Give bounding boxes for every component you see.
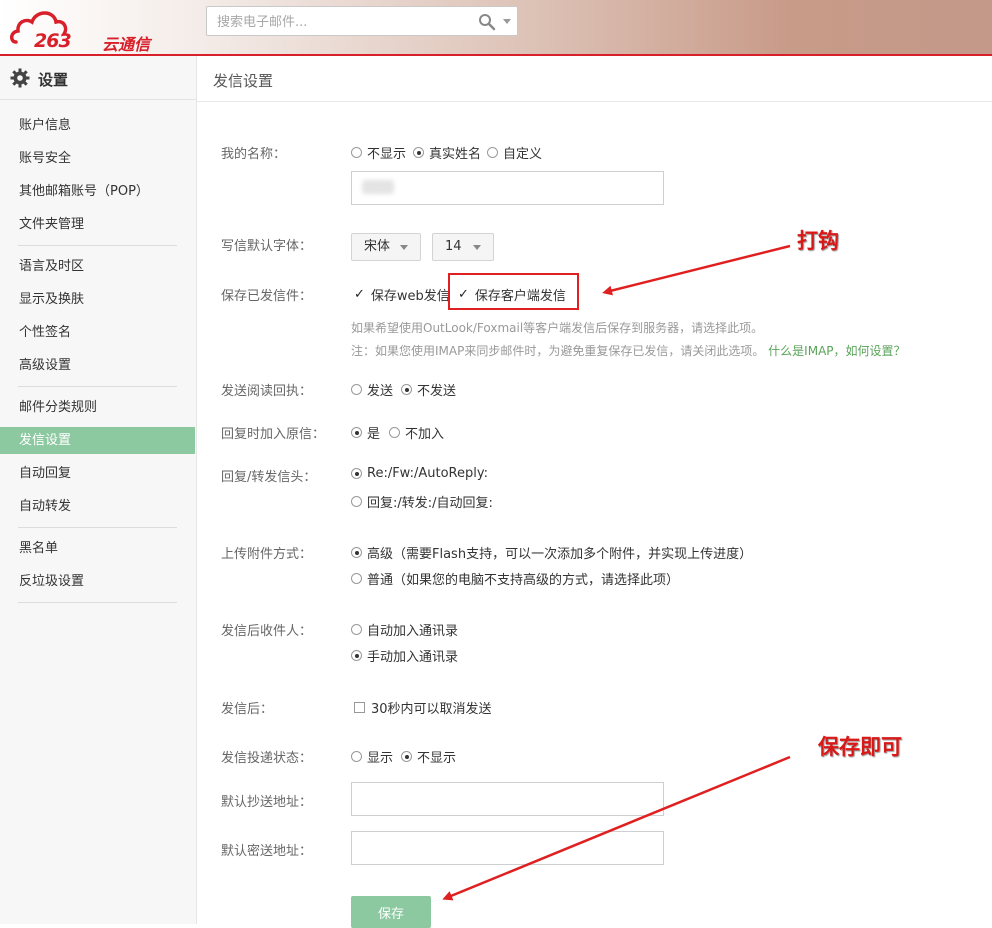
blurred-name [362,180,394,194]
sidebar-item-display-skin[interactable]: 显示及换肤 [0,286,195,313]
sidebar-header: 设置 [0,56,196,100]
default-bcc-input[interactable] [352,832,663,864]
save-button[interactable]: 保存 [351,896,431,928]
upload-normal-option[interactable]: 普通（如果您的电脑不支持高级的方式，请选择此项） [351,569,679,588]
page-title-bar: 发信设置 [197,56,992,102]
read-receipt-label: 发送阅读回执： [221,384,313,399]
sidebar-item-account-info[interactable]: 账户信息 [0,112,195,139]
radio-upload-advanced[interactable] [351,547,362,558]
default-cc-input[interactable] [352,783,663,815]
default-bcc-label: 默认密送地址： [221,844,313,859]
sidebar-divider [18,602,177,603]
sidebar-item-account-security[interactable]: 账号安全 [0,145,195,172]
page-title: 发信设置 [213,72,274,90]
radio-prefix-chinese[interactable] [351,496,362,507]
name-field[interactable] [351,171,664,205]
reply-include-no-option[interactable]: 不加入 [389,423,444,442]
radio-reply-no[interactable] [389,427,400,438]
undo-send-checkbox[interactable]: 30秒内可以取消发送 [354,698,492,717]
logo-number: 263 [34,30,72,52]
sidebar-item-signature[interactable]: 个性签名 [0,319,195,346]
sidebar-item-antispam[interactable]: 反垃圾设置 [0,568,195,595]
sidebar-item-folder-management[interactable]: 文件夹管理 [0,211,195,238]
search-dropdown-icon[interactable] [503,19,511,24]
save-sent-hint: 如果希望使用OutLook/Foxmail等客户端发信后保存到服务器，请选择此项… [351,321,764,335]
radio-status-hide[interactable] [401,751,412,762]
receipt-nosend-option[interactable]: 不发送 [401,380,456,399]
upload-mode-label: 上传附件方式： [221,547,313,562]
default-bcc-field [351,831,664,865]
font-size-select[interactable]: 14 [432,233,494,261]
gear-icon [10,68,30,88]
upload-advanced-option[interactable]: 高级（需要Flash支持，可以一次添加多个附件，并实现上传进度） [351,543,752,562]
default-cc-field [351,782,664,816]
search-icon[interactable] [478,13,496,31]
sidebar-item-mail-rules[interactable]: 邮件分类规则 [0,394,195,421]
reply-include-label: 回复时加入原信： [221,427,326,442]
reply-prefix-label: 回复/转发信头： [221,470,317,485]
radio-manual-add[interactable] [351,650,362,661]
radio-receipt-send[interactable] [351,384,362,395]
sidebar-item-auto-reply[interactable]: 自动回复 [0,460,195,487]
after-send-label: 发信后： [221,702,274,717]
sidebar-item-pop-accounts[interactable]: 其他邮箱账号（POP） [0,178,195,205]
recipients-label: 发信后收件人： [221,624,313,639]
sidebar-divider [18,386,177,387]
radio-prefix-english[interactable] [351,468,362,479]
manual-add-contacts-option[interactable]: 手动加入通讯录 [351,646,458,665]
radio-reply-yes[interactable] [351,427,362,438]
prefix-chinese-option[interactable]: 回复:/转发:/自动回复: [351,492,493,511]
sidebar-divider [18,527,177,528]
reply-include-yes-option[interactable]: 是 [351,423,380,442]
radio-receipt-nosend[interactable] [401,384,412,395]
name-custom-option[interactable]: 自定义 [487,143,542,162]
auto-add-contacts-option[interactable]: 自动加入通讯录 [351,620,458,639]
arrow-to-save-button [442,755,791,901]
radio-real-name[interactable] [413,147,424,158]
save-sent-label: 保存已发信件： [221,289,313,304]
sidebar-item-auto-forward[interactable]: 自动转发 [0,493,195,520]
my-name-label: 我的名称： [221,147,287,162]
radio-auto-add[interactable] [351,624,362,635]
receipt-send-option[interactable]: 发送 [351,380,393,399]
default-cc-label: 默认抄送地址： [221,795,313,810]
checkmark-icon: ✓ [354,287,365,302]
logo-text: 云通信 [102,35,151,54]
logo[interactable]: 263 云通信 [10,4,160,54]
sidebar-item-language-timezone[interactable]: 语言及时区 [0,253,195,280]
radio-hide[interactable] [351,147,362,158]
sidebar: 设置 账户信息 账号安全 其他邮箱账号（POP） 文件夹管理 语言及时区 显示及… [0,56,197,924]
radio-custom[interactable] [487,147,498,158]
default-font-label: 写信默认字体： [221,239,313,254]
arrow-to-checkbox [602,244,791,296]
sidebar-item-blacklist[interactable]: 黑名单 [0,535,195,562]
sidebar-divider [18,245,177,246]
annotation-check-hint: 打钩 [797,229,839,253]
save-web-checkbox[interactable]: ✓ 保存web发信 [354,285,450,304]
sidebar-item-send-settings[interactable]: 发信设置 [0,427,195,454]
radio-status-show[interactable] [351,751,362,762]
status-show-option[interactable]: 显示 [351,747,393,766]
checkbox-undo-send[interactable] [354,702,365,713]
delivery-status-label: 发信投递状态： [221,751,313,766]
prefix-english-option[interactable]: Re:/Fw:/AutoReply: [351,466,488,481]
status-hide-option[interactable]: 不显示 [401,747,456,766]
chevron-down-icon [473,245,481,250]
radio-upload-normal[interactable] [351,573,362,584]
annotation-highlight-box [448,273,579,310]
top-header: 263 云通信 [0,0,992,56]
search-input[interactable] [207,7,479,37]
imap-help-link[interactable]: 什么是IMAP，如何设置？ [768,344,905,358]
font-family-select[interactable]: 宋体 [351,233,421,261]
name-real-option[interactable]: 真实姓名 [413,143,481,162]
annotation-save-hint: 保存即可 [818,735,902,759]
sidebar-title: 设置 [38,71,69,89]
name-hide-option[interactable]: 不显示 [351,143,406,162]
search-box [206,6,518,37]
sidebar-item-advanced[interactable]: 高级设置 [0,352,195,379]
chevron-down-icon [400,245,408,250]
imap-note: 注：如果您使用IMAP来同步邮件时，为避免重复保存已发信，请关闭此选项。 什么是… [351,344,906,358]
